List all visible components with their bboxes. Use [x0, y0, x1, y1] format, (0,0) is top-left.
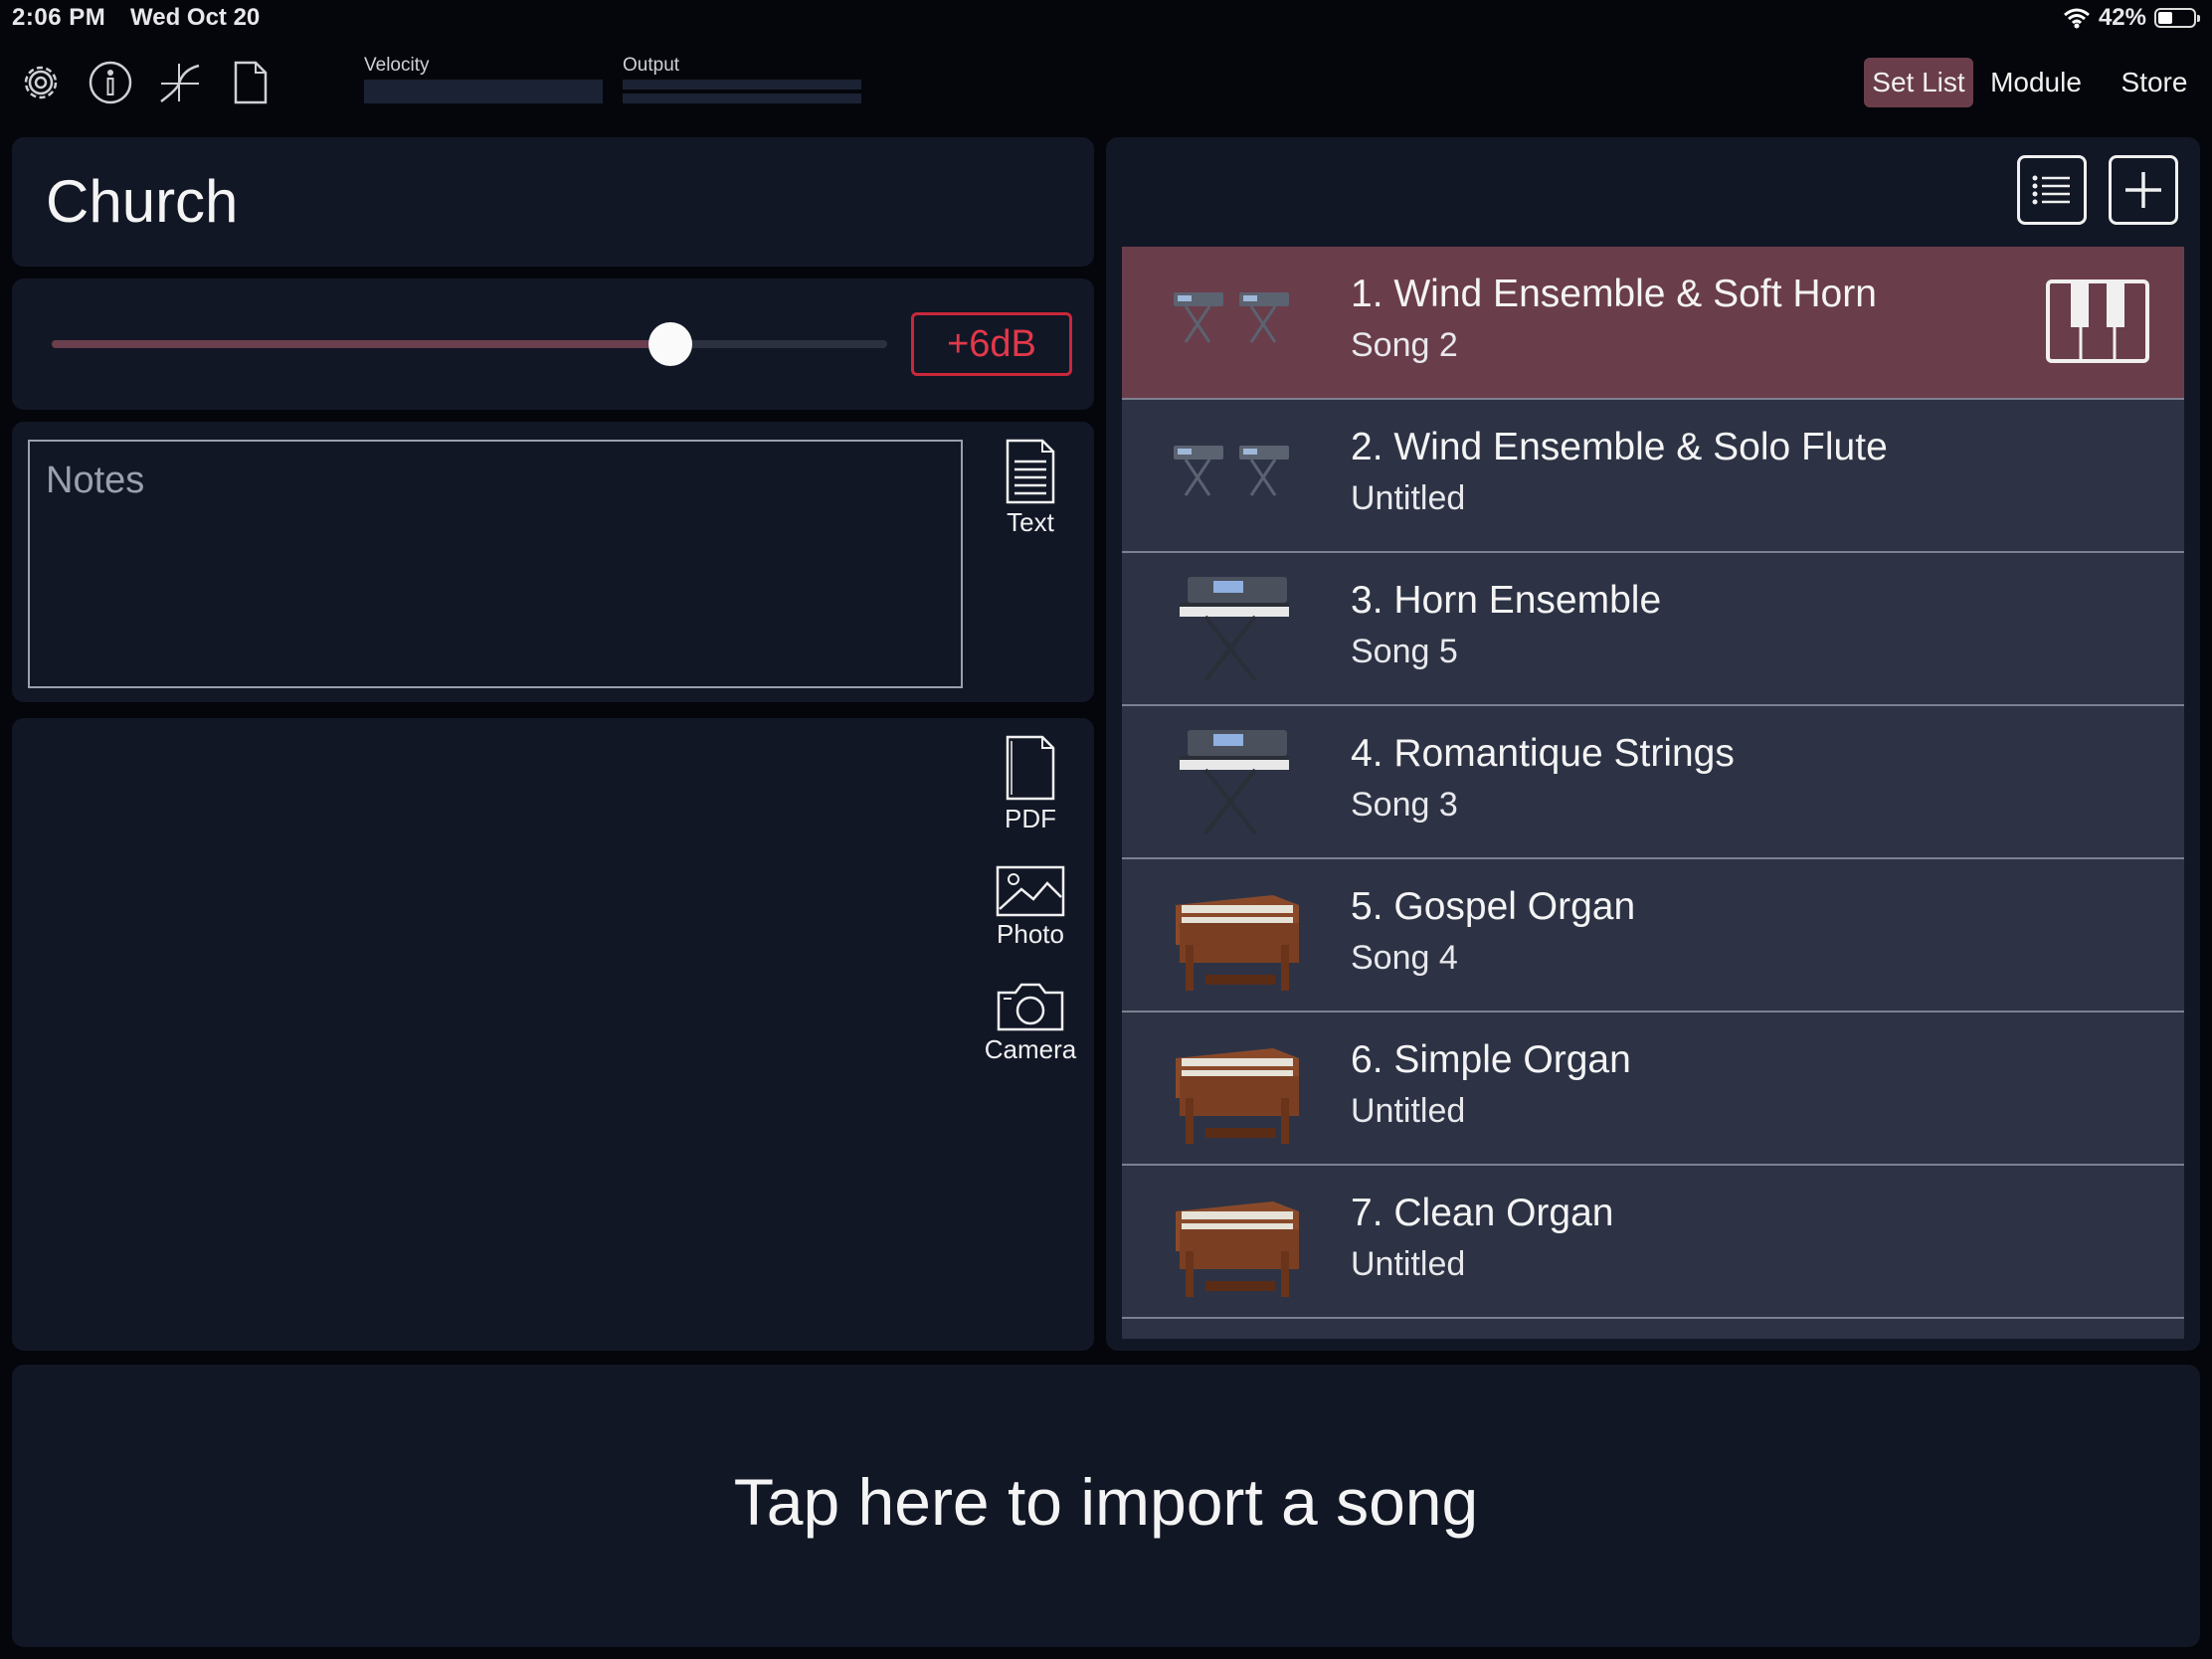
song-title: 2. Wind Ensemble & Solo Flute: [1351, 426, 1888, 468]
volume-slider-knob[interactable]: [647, 322, 692, 366]
song-row[interactable]: 6. Simple Organ Untitled: [1122, 1013, 2184, 1166]
plus-icon: [2125, 172, 2161, 208]
keyboard-button[interactable]: [2045, 278, 2150, 369]
song-title: 3. Horn Ensemble: [1351, 579, 1662, 622]
text-document-icon: [1006, 439, 1055, 504]
song-row[interactable]: 2. Wind Ensemble & Solo Flute Untitled: [1122, 400, 2184, 553]
import-song-label: Tap here to import a song: [733, 1465, 1479, 1539]
song-subtitle: Untitled: [1351, 1245, 1466, 1283]
volume-slider[interactable]: [52, 322, 887, 366]
pdf-icon: [1006, 735, 1055, 801]
photo-label: Photo: [997, 919, 1064, 949]
battery-icon: [2154, 8, 2200, 28]
add-pdf-button[interactable]: PDF: [971, 734, 1090, 834]
song-list-panel: 1. Wind Ensemble & Soft Horn Song 2 2. Win…: [1106, 137, 2200, 1351]
song-subtitle: Untitled: [1351, 1092, 1466, 1130]
output-label: Output: [623, 55, 680, 76]
instrument-thumbnail: [1166, 1028, 1305, 1148]
song-row[interactable]: 1. Wind Ensemble & Soft Horn Song 2: [1122, 247, 2184, 400]
song-subtitle: Song 3: [1351, 786, 1458, 824]
instrument-thumbnail: [1166, 569, 1305, 688]
song-list-footer: [1122, 1319, 2184, 1339]
output-meter-left: [623, 80, 861, 90]
song-row[interactable]: 3. Horn Ensemble Song 5: [1122, 553, 2184, 706]
keyboard-icon: [2046, 279, 2149, 363]
status-indicators: 42%: [2063, 4, 2200, 32]
song-title: 7. Clean Organ: [1351, 1192, 1614, 1234]
song-row[interactable]: 5. Gospel Organ Song 4: [1122, 859, 2184, 1013]
tab-store[interactable]: Store: [2107, 58, 2202, 107]
attachments-panel: PDF Photo Camera: [12, 718, 1094, 1351]
camera-button[interactable]: Camera: [971, 981, 1090, 1065]
song-subtitle: Untitled: [1351, 479, 1466, 517]
setlist-title[interactable]: Church: [46, 167, 238, 236]
setlist-title-panel: Church: [12, 137, 1094, 267]
notes-panel: Notes Text: [12, 422, 1094, 702]
song-title: 5. Gospel Organ: [1351, 885, 1636, 928]
song-list: 1. Wind Ensemble & Soft Horn Song 2 2. Win…: [1122, 247, 2184, 1339]
song-subtitle: Song 4: [1351, 939, 1458, 977]
text-label: Text: [1007, 507, 1054, 537]
song-subtitle: Song 5: [1351, 633, 1458, 670]
tab-module[interactable]: Module: [1983, 58, 2089, 107]
velocity-meter: [364, 80, 603, 103]
velocity-curve-icon[interactable]: [156, 58, 204, 107]
list-view-button[interactable]: [2017, 155, 2087, 225]
status-date: Wed Oct 20: [130, 4, 261, 31]
song-subtitle: Song 2: [1351, 326, 1458, 364]
instrument-thumbnail: [1166, 875, 1305, 995]
camera-icon: [997, 983, 1064, 1031]
instrument-thumbnail: [1166, 1182, 1305, 1301]
volume-slider-fill: [52, 340, 670, 348]
add-photo-button[interactable]: Photo: [971, 865, 1090, 950]
tab-set-list[interactable]: Set List: [1864, 58, 1973, 107]
gain-boost-button[interactable]: +6dB: [911, 312, 1072, 376]
info-icon[interactable]: [87, 58, 134, 107]
add-song-button[interactable]: [2109, 155, 2178, 225]
song-row[interactable]: 7. Clean Organ Untitled: [1122, 1166, 2184, 1319]
settings-icon[interactable]: [17, 58, 65, 107]
battery-percent: 42%: [2098, 4, 2146, 31]
list-icon: [2032, 175, 2070, 205]
velocity-label: Velocity: [364, 55, 430, 76]
volume-panel: +6dB: [12, 278, 1094, 410]
song-row[interactable]: 4. Romantique Strings Song 3: [1122, 706, 2184, 859]
instrument-thumbnail: [1166, 263, 1305, 382]
pdf-label: PDF: [1005, 804, 1056, 833]
notes-field[interactable]: Notes: [28, 440, 963, 688]
notes-placeholder: Notes: [46, 460, 145, 501]
status-time: 2:06 PM: [12, 4, 106, 31]
document-icon[interactable]: [226, 58, 274, 107]
instrument-thumbnail: [1166, 416, 1305, 535]
instrument-thumbnail: [1166, 722, 1305, 841]
camera-label: Camera: [984, 1034, 1077, 1064]
song-title: 1. Wind Ensemble & Soft Horn: [1351, 273, 1877, 315]
output-meter-right: [623, 93, 861, 103]
wifi-icon: [2063, 8, 2090, 29]
add-text-button[interactable]: Text: [971, 438, 1090, 538]
import-song-area[interactable]: Tap here to import a song: [12, 1365, 2200, 1647]
photo-icon: [996, 865, 1065, 917]
song-title: 4. Romantique Strings: [1351, 732, 1735, 775]
song-title: 6. Simple Organ: [1351, 1038, 1631, 1081]
